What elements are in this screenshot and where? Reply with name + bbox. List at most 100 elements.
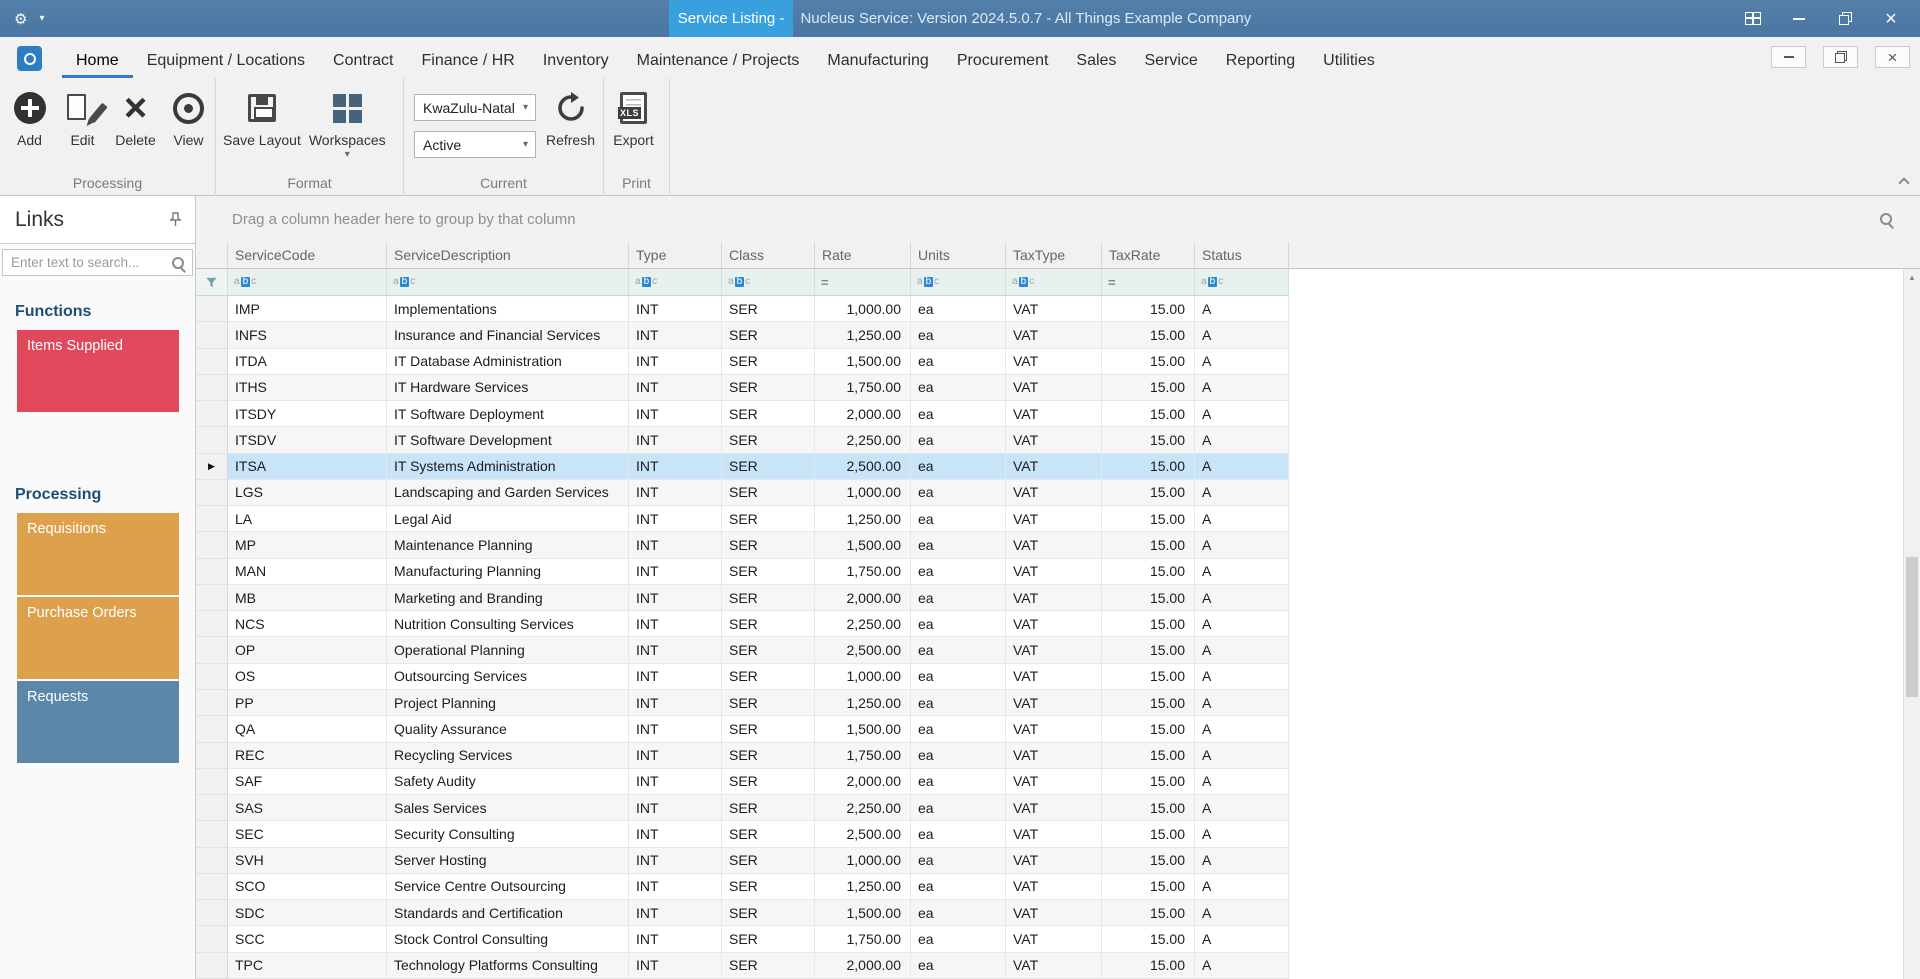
cell-units[interactable]: ea xyxy=(911,427,1006,454)
close-button[interactable]: × xyxy=(1868,0,1914,37)
filter-cell-rate[interactable]: = xyxy=(815,269,911,296)
cell-type[interactable]: INT xyxy=(629,374,722,402)
cell-status[interactable]: A xyxy=(1195,742,1289,769)
row-indicator[interactable] xyxy=(196,506,228,533)
cell-type[interactable]: INT xyxy=(629,558,722,585)
cell-taxrate[interactable]: 15.00 xyxy=(1102,637,1195,664)
cell-taxrate[interactable]: 15.00 xyxy=(1102,952,1195,979)
tab-contract[interactable]: Contract xyxy=(319,47,407,78)
cell-type[interactable]: INT xyxy=(629,322,722,349)
cell-servicedescription[interactable]: IT Software Deployment xyxy=(387,401,629,428)
cell-taxrate[interactable]: 15.00 xyxy=(1102,479,1195,507)
cell-rate[interactable]: 1,000.00 xyxy=(815,296,911,323)
maximize-button[interactable] xyxy=(1822,0,1868,37)
cell-rate[interactable]: 2,250.00 xyxy=(815,795,911,822)
cell-taxrate[interactable]: 15.00 xyxy=(1102,821,1195,848)
cell-servicedescription[interactable]: Security Consulting xyxy=(387,821,629,848)
tab-service[interactable]: Service xyxy=(1130,47,1211,78)
table-row[interactable]: IMP Implementations INT SER 1,000.00 ea VAT 15.… xyxy=(196,296,1289,323)
cell-class[interactable]: SER xyxy=(722,926,815,953)
cell-units[interactable]: ea xyxy=(911,795,1006,822)
cell-class[interactable]: SER xyxy=(722,348,815,375)
cell-rate[interactable]: 2,500.00 xyxy=(815,453,911,480)
cell-rate[interactable]: 2,000.00 xyxy=(815,768,911,796)
row-indicator[interactable] xyxy=(196,768,228,796)
table-row[interactable]: LGS Landscaping and Garden Services INT SER… xyxy=(196,479,1289,507)
cell-servicecode[interactable]: TPC xyxy=(228,952,387,979)
save-layout-button[interactable]: Save Layout xyxy=(219,85,305,148)
view-button[interactable]: View xyxy=(162,85,215,148)
cell-servicecode[interactable]: IMP xyxy=(228,296,387,323)
table-row[interactable]: SAS Sales Services INT SER 2,250.00 ea VAT 15.0… xyxy=(196,795,1289,822)
cell-rate[interactable]: 2,500.00 xyxy=(815,821,911,848)
cell-servicecode[interactable]: ITSA xyxy=(228,453,387,480)
table-row[interactable]: SAF Safety Audity INT SER 2,000.00 ea VAT 15.00… xyxy=(196,768,1289,796)
filter-cell-taxrate[interactable]: = xyxy=(1102,269,1195,296)
cell-taxtype[interactable]: VAT xyxy=(1006,952,1102,979)
cell-taxrate[interactable]: 15.00 xyxy=(1102,847,1195,874)
tab-equipment-locations[interactable]: Equipment / Locations xyxy=(133,47,319,78)
minimize-button[interactable] xyxy=(1776,0,1822,37)
cell-type[interactable]: INT xyxy=(629,926,722,953)
cell-taxtype[interactable]: VAT xyxy=(1006,795,1102,822)
cell-rate[interactable]: 1,250.00 xyxy=(815,322,911,349)
cell-class[interactable]: SER xyxy=(722,453,815,480)
cell-rate[interactable]: 2,250.00 xyxy=(815,427,911,454)
cell-units[interactable]: ea xyxy=(911,296,1006,323)
row-indicator[interactable] xyxy=(196,821,228,848)
filter-cell-class[interactable]: abc xyxy=(722,269,815,296)
cell-taxtype[interactable]: VAT xyxy=(1006,296,1102,323)
cell-servicedescription[interactable]: Service Centre Outsourcing xyxy=(387,873,629,901)
cell-status[interactable]: A xyxy=(1195,427,1289,454)
cell-taxtype[interactable]: VAT xyxy=(1006,348,1102,375)
cell-status[interactable]: A xyxy=(1195,821,1289,848)
cell-servicecode[interactable]: MP xyxy=(228,532,387,559)
cell-rate[interactable]: 1,750.00 xyxy=(815,742,911,769)
cell-rate[interactable]: 1,750.00 xyxy=(815,374,911,402)
cell-rate[interactable]: 1,500.00 xyxy=(815,532,911,559)
table-row[interactable]: QA Quality Assurance INT SER 1,500.00 ea VAT 15… xyxy=(196,716,1289,743)
cell-units[interactable]: ea xyxy=(911,637,1006,664)
cell-servicedescription[interactable]: Implementations xyxy=(387,296,629,323)
cell-type[interactable]: INT xyxy=(629,847,722,874)
cell-taxrate[interactable]: 15.00 xyxy=(1102,795,1195,822)
cell-servicedescription[interactable]: IT Database Administration xyxy=(387,348,629,375)
cell-units[interactable]: ea xyxy=(911,506,1006,533)
cell-servicedescription[interactable]: Nutrition Consulting Services xyxy=(387,611,629,638)
cell-servicecode[interactable]: SVH xyxy=(228,847,387,874)
cell-taxtype[interactable]: VAT xyxy=(1006,401,1102,428)
cell-rate[interactable]: 1,250.00 xyxy=(815,873,911,901)
cell-taxtype[interactable]: VAT xyxy=(1006,427,1102,454)
cell-taxrate[interactable]: 15.00 xyxy=(1102,532,1195,559)
cell-taxtype[interactable]: VAT xyxy=(1006,768,1102,796)
cell-servicedescription[interactable]: Recycling Services xyxy=(387,742,629,769)
cell-taxtype[interactable]: VAT xyxy=(1006,663,1102,690)
cell-status[interactable]: A xyxy=(1195,716,1289,743)
cell-type[interactable]: INT xyxy=(629,952,722,979)
pin-icon[interactable] xyxy=(169,212,182,227)
cell-status[interactable]: A xyxy=(1195,296,1289,323)
cell-type[interactable]: INT xyxy=(629,453,722,480)
vertical-scrollbar[interactable]: ▲ xyxy=(1903,269,1920,979)
table-row[interactable]: OS Outsourcing Services INT SER 1,000.00 ea VA… xyxy=(196,663,1289,690)
cell-taxrate[interactable]: 15.00 xyxy=(1102,900,1195,927)
row-indicator[interactable] xyxy=(196,374,228,402)
cell-servicedescription[interactable]: Sales Services xyxy=(387,795,629,822)
column-header-rate[interactable]: Rate xyxy=(815,242,911,269)
table-row[interactable]: SCO Service Centre Outsourcing INT SER 1,250… xyxy=(196,873,1289,901)
cell-taxrate[interactable]: 15.00 xyxy=(1102,401,1195,428)
cell-servicedescription[interactable]: IT Hardware Services xyxy=(387,374,629,402)
cell-class[interactable]: SER xyxy=(722,821,815,848)
table-row[interactable]: MB Marketing and Branding INT SER 2,000.00 ea… xyxy=(196,584,1289,612)
cell-servicedescription[interactable]: Server Hosting xyxy=(387,847,629,874)
cell-taxrate[interactable]: 15.00 xyxy=(1102,768,1195,796)
cell-status[interactable]: A xyxy=(1195,637,1289,664)
cell-servicedescription[interactable]: Insurance and Financial Services xyxy=(387,322,629,349)
cell-type[interactable]: INT xyxy=(629,401,722,428)
cell-taxrate[interactable]: 15.00 xyxy=(1102,926,1195,953)
cell-class[interactable]: SER xyxy=(722,374,815,402)
cell-taxrate[interactable]: 15.00 xyxy=(1102,348,1195,375)
cell-class[interactable]: SER xyxy=(722,952,815,979)
table-row[interactable]: SCC Stock Control Consulting INT SER 1,750.0… xyxy=(196,926,1289,953)
tab-maintenance-projects[interactable]: Maintenance / Projects xyxy=(623,47,814,78)
